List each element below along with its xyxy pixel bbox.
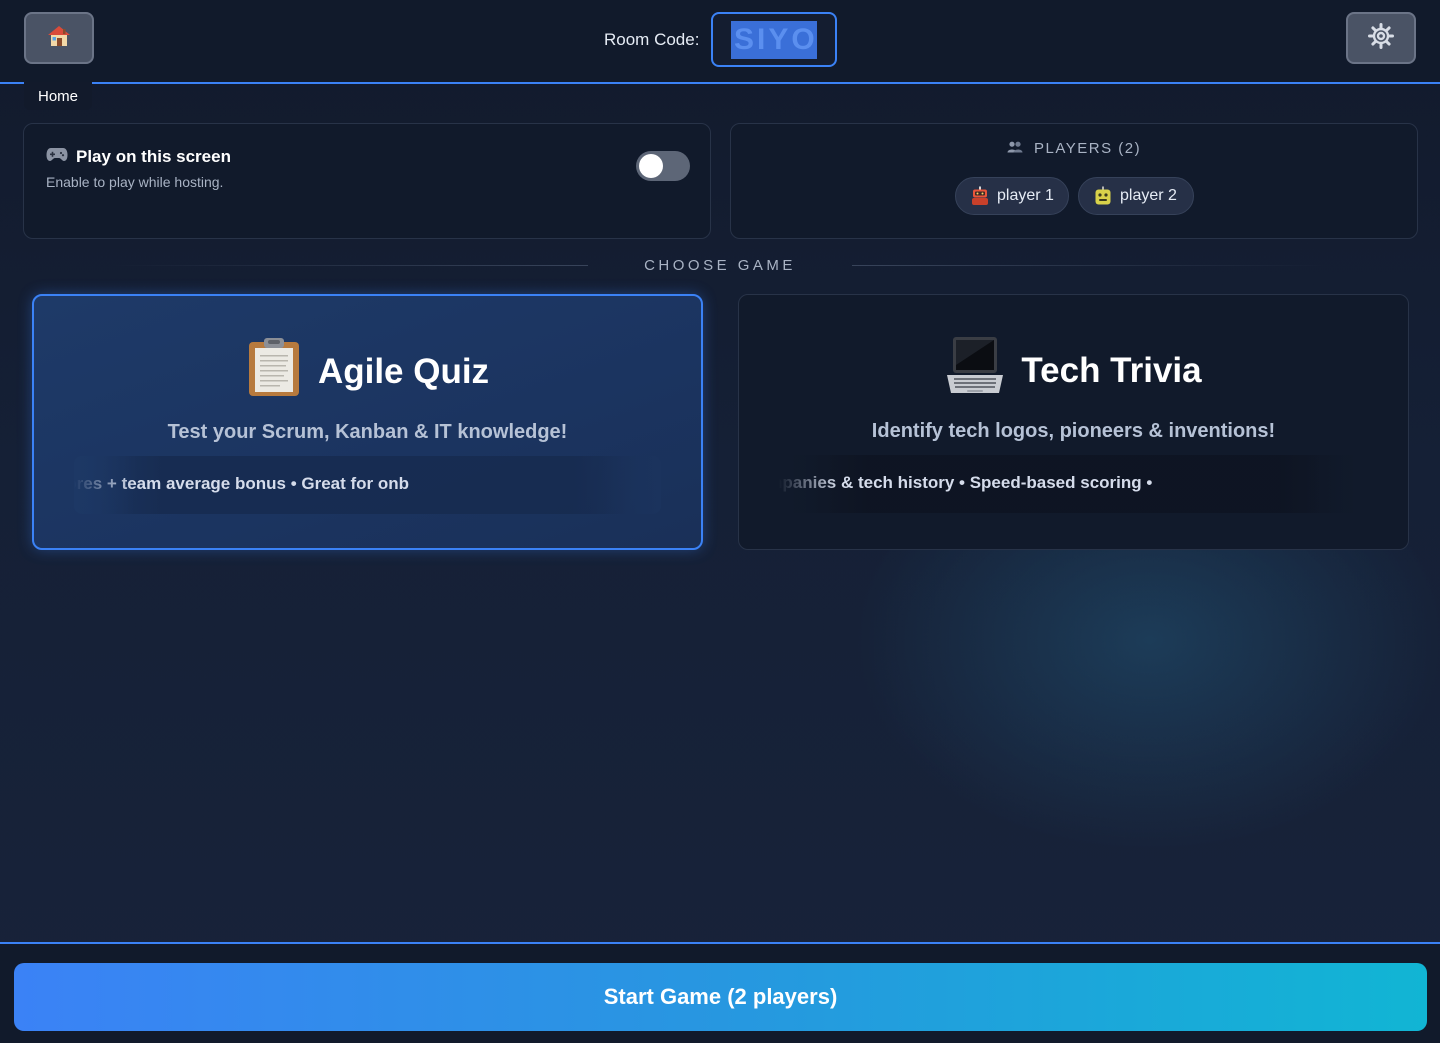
room-code-label: Room Code:	[604, 30, 700, 49]
players-heading-row: PLAYERS (2)	[731, 140, 1417, 157]
player-chip: player 1	[955, 177, 1069, 215]
settings-button[interactable]	[1346, 12, 1416, 64]
home-button[interactable]	[24, 12, 94, 64]
game-card-agile-quiz[interactable]: Agile Quiz Test your Scrum, Kanban & IT …	[32, 294, 703, 550]
game-title: Tech Trivia	[1021, 350, 1202, 390]
gear-icon	[1367, 22, 1395, 55]
game-title-row: Agile Quiz	[34, 336, 701, 407]
yellow-robot-icon	[1093, 186, 1113, 206]
fade-left	[779, 455, 839, 513]
game-description: Test your Scrum, Kanban & IT knowledge!	[167, 421, 568, 443]
choose-game-heading: CHOOSE GAME	[644, 257, 796, 274]
people-icon	[1007, 141, 1028, 156]
player-name: player 2	[1120, 187, 1177, 204]
fade-left	[74, 456, 134, 514]
fade-right	[1308, 455, 1368, 513]
start-game-button[interactable]: Start Game (2 players)	[14, 963, 1427, 1031]
game-details-marquee: amming languages, companies & tech histo…	[779, 455, 1368, 513]
gamepad-icon	[46, 146, 68, 167]
local-play-title-row: Play on this screen	[46, 146, 231, 167]
bottom-bar: Start Game (2 players)	[0, 942, 1440, 1043]
home-tooltip: Home	[24, 82, 92, 110]
house-icon	[46, 23, 72, 54]
players-panel: PLAYERS (2) player 1 player 2	[730, 123, 1418, 239]
game-description: Identify tech logos, pioneers & inventio…	[871, 420, 1276, 442]
game-details-marquee: ss questions • Individual scores + team …	[74, 456, 661, 514]
player-name: player 1	[997, 187, 1054, 204]
player-chip: player 2	[1078, 177, 1194, 215]
red-robot-icon	[970, 186, 990, 206]
room-code-value: SIYO	[731, 20, 817, 59]
fade-right	[601, 456, 661, 514]
room-code-field[interactable]: SIYO	[711, 12, 837, 67]
toggle-knob	[639, 154, 663, 178]
top-bar: Room Code: SIYO	[0, 0, 1440, 84]
local-play-panel: Play on this screen Enable to play while…	[23, 123, 711, 239]
game-title: Agile Quiz	[317, 351, 490, 391]
laptop-icon	[945, 335, 1005, 406]
game-title-row: Tech Trivia	[739, 335, 1408, 406]
players-heading: PLAYERS (2)	[1034, 140, 1142, 157]
local-play-toggle[interactable]	[636, 151, 690, 181]
clipboard-icon	[246, 336, 302, 407]
local-play-subtitle: Enable to play while hosting.	[46, 174, 224, 190]
game-card-tech-trivia[interactable]: Tech Trivia Identify tech logos, pioneer…	[738, 294, 1409, 550]
local-play-title: Play on this screen	[76, 146, 231, 166]
